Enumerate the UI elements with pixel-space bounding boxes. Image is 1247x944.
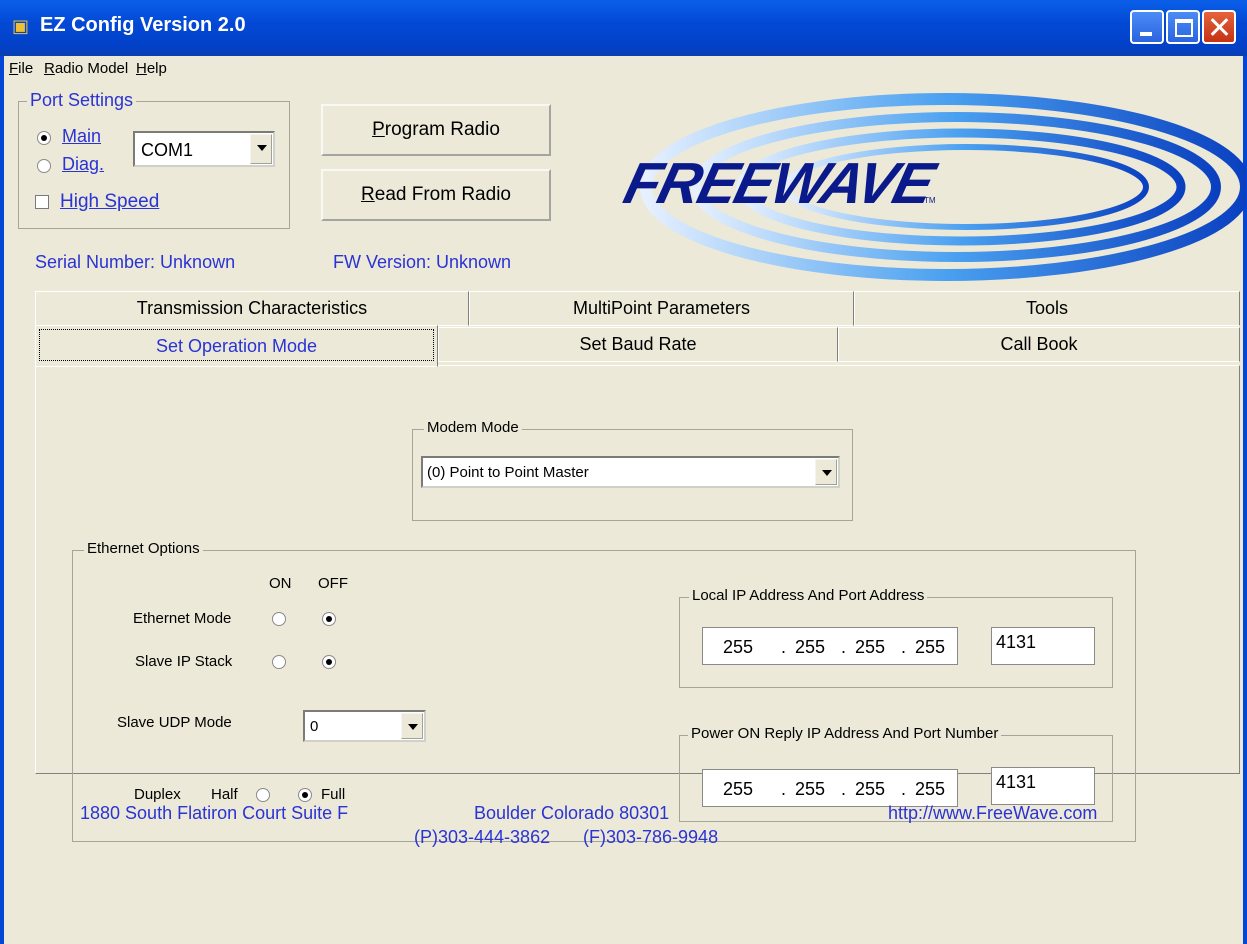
local-ip-octet-3: 255	[855, 637, 886, 657]
local-ip-octet-4: 255	[915, 637, 946, 657]
tab-call-book[interactable]: Call Book	[838, 327, 1240, 362]
slave-udp-mode-value: 0	[310, 718, 319, 735]
slave-ip-stack-off-radio[interactable]	[322, 655, 336, 669]
power-on-ip-octet-1: 255	[723, 779, 754, 799]
duplex-half-label: Half	[211, 786, 238, 803]
tab-set-baud-rate[interactable]: Set Baud Rate	[438, 327, 838, 362]
slave-udp-mode-select[interactable]: 0	[303, 710, 426, 742]
power-on-ip-address-field[interactable]: 255 . 255 . 255 . 255	[702, 769, 958, 807]
title-bar: ▣ EZ Config Version 2.0	[0, 0, 1247, 56]
ethernet-mode-off-radio[interactable]	[322, 612, 336, 626]
diag-radio-label[interactable]: Diag.	[62, 154, 104, 175]
ethernet-options-legend: Ethernet Options	[84, 540, 203, 557]
ethernet-mode-label: Ethernet Mode	[133, 610, 232, 627]
main-radio-label[interactable]: Main	[62, 126, 101, 147]
main-radio[interactable]	[37, 131, 51, 145]
com-port-select[interactable]: COM1	[133, 131, 275, 167]
local-port-field[interactable]: 4131	[991, 627, 1095, 665]
tab-set-operation-mode-label: Set Operation Mode	[39, 329, 434, 361]
duplex-full-radio[interactable]	[298, 788, 312, 802]
chevron-down-icon[interactable]	[401, 713, 423, 739]
modem-mode-legend: Modem Mode	[424, 419, 522, 436]
close-button[interactable]	[1202, 10, 1236, 44]
local-ip-address-field[interactable]: 255 . 255 . 255 . 255	[702, 627, 958, 665]
modem-mode-value: (0) Point to Point Master	[427, 464, 589, 481]
diag-radio[interactable]	[37, 159, 51, 173]
footer-fax: (F)303-786-9948	[583, 827, 719, 847]
local-ip-octet-2: 255	[795, 637, 826, 657]
chevron-down-icon[interactable]	[815, 459, 837, 485]
chevron-down-icon[interactable]	[250, 134, 272, 164]
freewave-logo: FREEWAVE TM	[606, 92, 1247, 282]
off-column-label: OFF	[318, 575, 348, 592]
logo-tm: TM	[924, 196, 936, 205]
local-ip-octet-1: 255	[723, 637, 754, 657]
tab-set-operation-mode[interactable]: Set Operation Mode	[35, 325, 438, 367]
tab-multipoint-parameters[interactable]: MultiPoint Parameters	[469, 291, 854, 326]
on-column-label: ON	[269, 575, 292, 592]
com-port-value: COM1	[141, 140, 194, 160]
power-on-ip-octet-2: 255	[795, 779, 826, 799]
slave-udp-mode-label: Slave UDP Mode	[117, 714, 232, 731]
power-on-reply-legend: Power ON Reply IP Address And Port Numbe…	[688, 725, 1002, 742]
duplex-half-radio[interactable]	[256, 788, 270, 802]
port-settings-legend: Port Settings	[27, 90, 137, 111]
local-port-value: 4131	[996, 632, 1037, 652]
menu-radio-model[interactable]: Radio Model	[44, 60, 128, 77]
menu-help[interactable]: Help	[136, 60, 167, 77]
footer-phone: (P)303-444-3862	[414, 827, 551, 847]
power-on-ip-octet-4: 255	[915, 779, 946, 799]
footer-address: 1880 South Flatiron Court Suite F	[80, 803, 349, 823]
local-ip-legend: Local IP Address And Port Address	[689, 587, 928, 604]
ethernet-mode-on-radio[interactable]	[272, 612, 286, 626]
power-on-port-value: 4131	[996, 772, 1037, 792]
high-speed-label[interactable]: High Speed	[60, 191, 159, 213]
high-speed-checkbox[interactable]	[35, 195, 49, 209]
serial-number-label: Serial Number: Unknown	[35, 252, 236, 272]
maximize-button[interactable]	[1166, 10, 1200, 44]
power-on-port-field[interactable]: 4131	[991, 767, 1095, 805]
app-icon: ▣	[12, 16, 30, 37]
duplex-full-label: Full	[321, 786, 346, 803]
power-on-ip-octet-3: 255	[855, 779, 886, 799]
tab-tools[interactable]: Tools	[854, 291, 1240, 326]
minimize-button[interactable]	[1130, 10, 1164, 44]
footer-url[interactable]: http://www.FreeWave.com	[888, 803, 1097, 824]
window-frame-left	[0, 56, 4, 944]
read-from-radio-button[interactable]: Read From Radio	[321, 169, 551, 221]
slave-ip-stack-on-radio[interactable]	[272, 655, 286, 669]
fw-version-label: FW Version: Unknown	[333, 252, 512, 272]
program-radio-button[interactable]: Program Radio	[321, 104, 551, 156]
logo-text: FREEWAVE	[617, 151, 940, 216]
slave-ip-stack-label: Slave IP Stack	[135, 653, 233, 670]
menu-file[interactable]: File	[9, 60, 33, 77]
window-title: EZ Config Version 2.0	[40, 14, 246, 36]
footer-city: Boulder Colorado 80301	[474, 803, 670, 823]
tab-transmission-characteristics[interactable]: Transmission Characteristics	[35, 291, 469, 326]
modem-mode-select[interactable]: (0) Point to Point Master	[421, 456, 840, 488]
duplex-label: Duplex	[134, 786, 181, 803]
